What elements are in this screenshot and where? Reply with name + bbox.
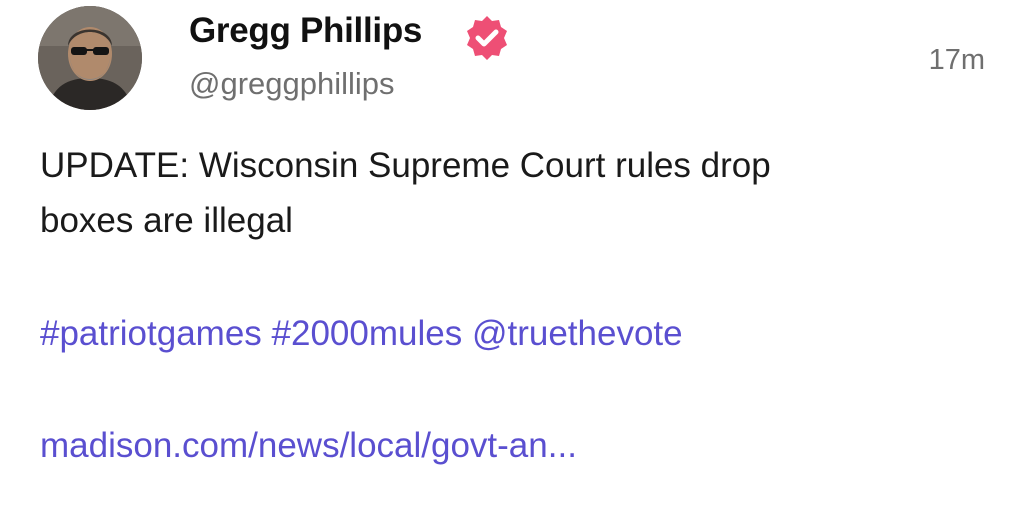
post-text-line-2: boxes are illegal [40, 201, 293, 240]
hashtag-link[interactable]: #2000mules [272, 314, 463, 353]
external-url-link[interactable]: madison.com/news/local/govt-an... [40, 424, 577, 468]
author-handle[interactable]: @greggphillips [189, 65, 395, 103]
hashtag-link[interactable]: #patriotgames [40, 314, 262, 353]
post-text-line-1: UPDATE: Wisconsin Supreme Court rules dr… [40, 146, 771, 185]
mention-link[interactable]: @truethevote [472, 314, 683, 353]
post-card: Gregg Phillips @greggphillips 17m UPDATE… [0, 0, 1023, 522]
post-timestamp[interactable]: 17m [929, 43, 985, 77]
verified-badge-icon [462, 13, 512, 63]
post-tags: #patriotgames #2000mules @truethevote [40, 312, 683, 356]
author-display-name[interactable]: Gregg Phillips [189, 10, 422, 52]
avatar[interactable] [38, 6, 142, 110]
avatar-image [38, 6, 142, 110]
